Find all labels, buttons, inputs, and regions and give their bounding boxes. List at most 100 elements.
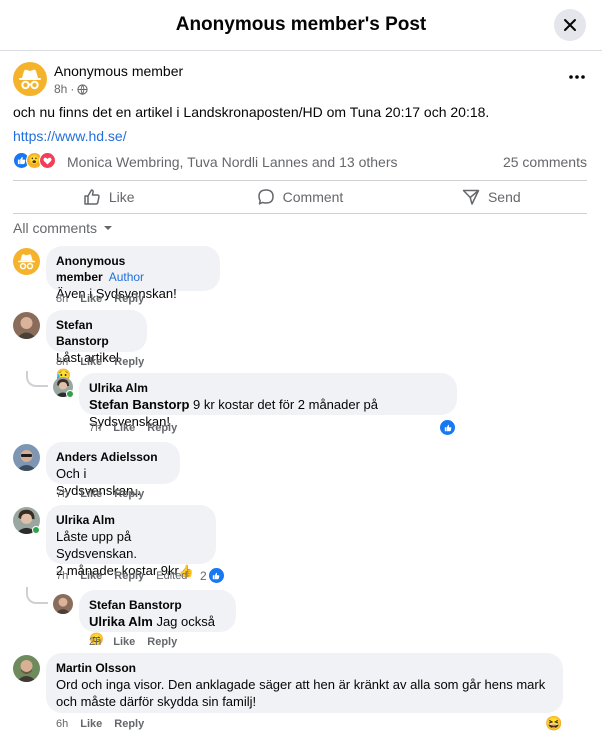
reaction-icons[interactable]: 😮 (13, 152, 56, 169)
comment-meta: 6h Like Reply (56, 718, 144, 730)
comment-bubble: Ulrika Alm Stefan Banstorp 9 kr kostar d… (79, 373, 457, 429)
comment-author[interactable]: Ulrika Alm (56, 512, 206, 528)
thumbs-up-icon (84, 189, 100, 205)
comment-reply-button[interactable]: Reply (114, 488, 144, 500)
comment-time[interactable]: 7h (56, 488, 68, 500)
comment-time[interactable]: 2h (89, 636, 101, 648)
profile-photo (13, 444, 40, 471)
comment-like-button[interactable]: Like (80, 570, 102, 582)
reply-thread-line (26, 587, 48, 604)
post-text: och nu finns det en artikel i Landskrona… (13, 104, 490, 120)
reaction-count: 2 (200, 568, 207, 583)
like-button[interactable]: Like (13, 181, 204, 213)
comment-time[interactable]: 8h (56, 356, 68, 368)
reactions-summary: 😮 Monica Wembring, Tuva Nordli Lannes an… (13, 152, 587, 172)
comment-like-button[interactable]: Like (113, 422, 135, 434)
send-button[interactable]: Send (396, 181, 587, 213)
comment-reply-button[interactable]: Reply (114, 293, 144, 305)
like-label: Like (108, 189, 135, 205)
comment-author[interactable]: Anonymous member Author (56, 253, 210, 285)
meta-separator: · (70, 82, 75, 96)
comment-reaction-badge[interactable]: 2 (200, 568, 224, 583)
comment-text-line-1: Låste upp på Sydsvenskan. (56, 529, 137, 561)
online-status-indicator (32, 526, 40, 534)
more-dots-icon (569, 75, 585, 79)
like-reaction-icon (208, 568, 224, 583)
comment-reply-button[interactable]: Reply (147, 422, 177, 434)
comment-time[interactable]: 6h (56, 718, 68, 730)
incognito-icon (18, 254, 35, 270)
more-options-button[interactable] (563, 66, 591, 88)
comment-time[interactable]: 8h (56, 293, 68, 305)
comment-reaction-badge[interactable] (440, 420, 455, 435)
like-reaction-icon (440, 420, 455, 435)
author-badge: Author (108, 270, 145, 284)
send-icon (462, 189, 480, 205)
online-status-indicator (66, 390, 74, 398)
post-author-name[interactable]: Anonymous member (54, 63, 183, 79)
comment-bubble: Anonymous member Author Även i Sydsvenska… (46, 246, 220, 301)
comment-bubble: Anders Adielsson Och i Sydsvenskan... (46, 442, 180, 498)
comment-meta: 8h Like Reply (56, 356, 144, 368)
comment-author[interactable]: Stefan Banstorp (89, 597, 226, 613)
comment-author[interactable]: Anders Adielsson (56, 449, 170, 465)
comment-meta: 2h Like Reply (89, 636, 177, 648)
post-meta: 8h · (54, 82, 88, 96)
comment-author[interactable]: Stefan Banstorp (56, 317, 137, 349)
comment-meta: 7h Like Reply Edited (56, 570, 187, 582)
comment-bubble: Martin Olsson Ord och inga visor. Den an… (46, 653, 563, 713)
anonymous-avatar[interactable] (13, 62, 47, 96)
comment-author[interactable]: Ulrika Alm (89, 380, 447, 396)
close-icon (564, 19, 576, 31)
comment-reply-button[interactable]: Reply (114, 570, 144, 582)
comment-reply-button[interactable]: Reply (114, 356, 144, 368)
comment-time[interactable]: 7h (56, 570, 68, 582)
comment-reaction-badge[interactable]: 😆 (545, 715, 562, 732)
mention-link[interactable]: Stefan Banstorp (89, 397, 189, 412)
comment-text-line-2: och måste därför skydda sin familj! (56, 694, 257, 709)
edited-label: Edited (156, 570, 188, 582)
comment-filter-dropdown[interactable]: All comments (13, 220, 113, 236)
profile-photo (53, 594, 73, 614)
reply-thread-line (26, 371, 48, 387)
comment-bubble: Stefan Banstorp Låst artikel 😥 (46, 310, 147, 382)
comment-like-button[interactable]: Like (80, 718, 102, 730)
stefan-avatar[interactable] (53, 594, 73, 614)
mention-link[interactable]: Ulrika Alm (89, 614, 153, 629)
post-time[interactable]: 8h (54, 82, 67, 96)
anonymous-avatar[interactable] (13, 248, 40, 275)
martin-avatar[interactable] (13, 655, 40, 682)
comment-reply-button[interactable]: Reply (114, 718, 144, 730)
stefan-avatar[interactable] (13, 312, 40, 339)
laughing-reaction-icon: 😆 (545, 715, 563, 731)
comment-meta: 7h Like Reply (56, 488, 144, 500)
comment-like-button[interactable]: Like (113, 636, 135, 648)
comment-bubble: Ulrika Alm Låste upp på Sydsvenskan. 2 m… (46, 505, 216, 578)
comment-meta: 8h Like Reply (56, 293, 144, 305)
comment-like-button[interactable]: Like (80, 293, 102, 305)
anders-avatar[interactable] (13, 444, 40, 471)
comment-author[interactable]: Martin Olsson (56, 660, 553, 676)
comment-label: Comment (282, 189, 344, 205)
comment-reply-button[interactable]: Reply (147, 636, 177, 648)
comments-count[interactable]: 25 comments (503, 154, 587, 170)
comment-text-line-1: Ord och inga visor. Den anklagade säger … (56, 677, 546, 692)
caret-down-icon (104, 226, 113, 230)
love-reaction-icon (39, 152, 56, 169)
comment-time[interactable]: 7h (89, 422, 101, 434)
comment-like-button[interactable]: Like (80, 488, 102, 500)
comment-filter-label: All comments (13, 220, 98, 236)
send-label: Send (487, 189, 521, 205)
comment-like-button[interactable]: Like (80, 356, 102, 368)
profile-photo (13, 655, 40, 682)
post-dialog-header: Anonymous member's Post (0, 0, 602, 51)
comment-bubble: Stefan Banstorp Ulrika Alm Jag också 😊 (79, 590, 236, 646)
close-button[interactable] (554, 9, 586, 41)
reactions-names[interactable]: Monica Wembring, Tuva Nordli Lannes and … (67, 154, 397, 170)
post-link[interactable]: https://www.hd.se/ (13, 128, 127, 144)
profile-photo (13, 312, 40, 339)
comment-button[interactable]: Comment (204, 181, 395, 213)
incognito-icon (19, 69, 41, 90)
post-action-bar: Like Comment Send (13, 180, 587, 214)
comment-bubble-icon (257, 189, 274, 205)
